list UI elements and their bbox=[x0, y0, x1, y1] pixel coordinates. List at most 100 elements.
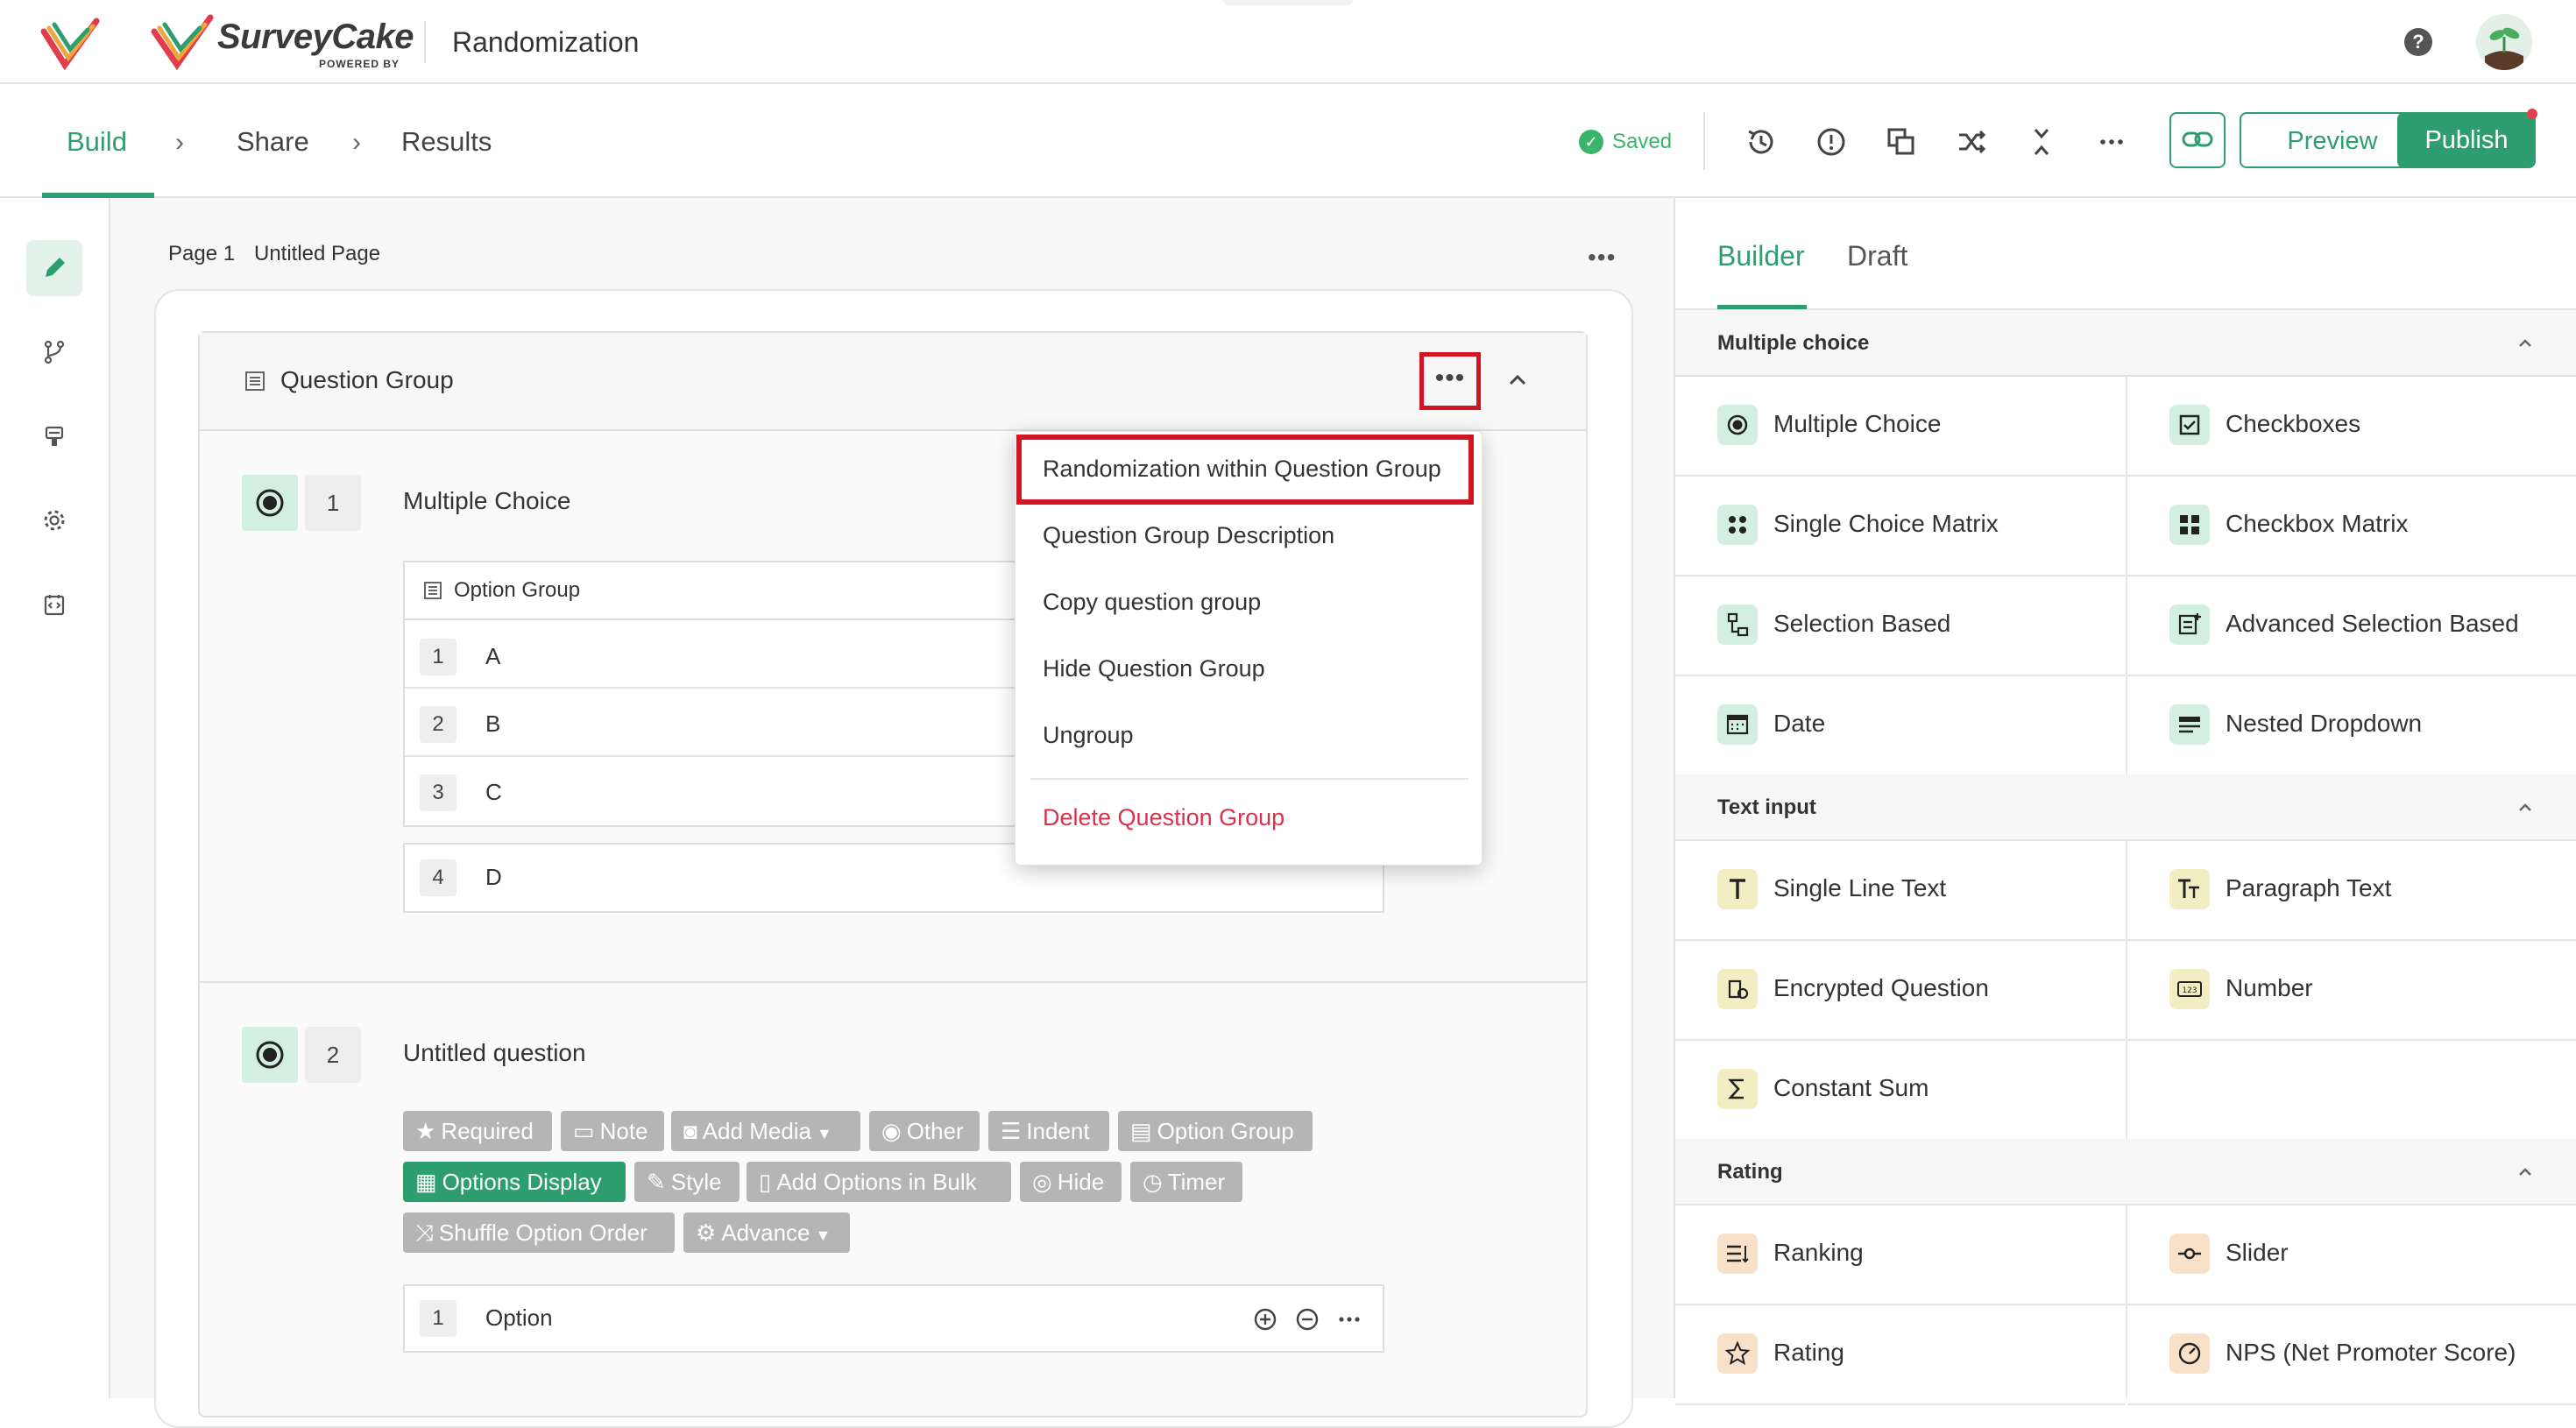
question-type-radio-icon bbox=[242, 475, 298, 531]
hide-chip[interactable]: ◎ Hide bbox=[1020, 1162, 1122, 1202]
more-options-icon[interactable] bbox=[2092, 123, 2131, 161]
camera-icon: ◙ bbox=[683, 1118, 697, 1144]
survey-title[interactable]: Randomization bbox=[452, 26, 639, 59]
option-group-chip[interactable]: ▤ Option Group bbox=[1118, 1111, 1313, 1151]
paragraph-text-icon bbox=[2169, 869, 2210, 909]
nested-dropdown-icon bbox=[2169, 704, 2210, 745]
add-option-icon[interactable] bbox=[1251, 1305, 1279, 1333]
saved-check-icon: ✓ bbox=[1579, 130, 1603, 154]
notification-dot bbox=[2527, 109, 2537, 119]
caret-down-icon: ▼ bbox=[817, 1125, 832, 1142]
page-more-icon[interactable]: ••• bbox=[1588, 244, 1616, 272]
help-icon[interactable]: ? bbox=[2404, 28, 2432, 56]
option-text[interactable]: D bbox=[485, 864, 502, 891]
option-group-icon bbox=[424, 582, 442, 599]
required-chip[interactable]: ★ Required bbox=[403, 1111, 552, 1151]
menu-item-ungroup[interactable]: Ungroup bbox=[1043, 722, 1134, 749]
matrix-dots-icon bbox=[1717, 505, 1758, 545]
option-number: 2 bbox=[420, 706, 456, 743]
star-icon: ★ bbox=[415, 1118, 436, 1144]
branch-logic-icon[interactable] bbox=[40, 338, 68, 366]
other-chip[interactable]: ◉ Other bbox=[869, 1111, 980, 1151]
option-text[interactable]: C bbox=[485, 779, 502, 806]
option-group-title: Option Group bbox=[454, 578, 581, 602]
settings-gear-icon[interactable] bbox=[40, 506, 68, 534]
surveycake-logo-icon bbox=[151, 14, 214, 71]
option-text[interactable]: Option bbox=[485, 1304, 553, 1332]
question-group-title[interactable]: Question Group bbox=[280, 366, 454, 394]
option-text[interactable]: B bbox=[485, 710, 500, 738]
brand-powered-by: POWERED BY bbox=[319, 58, 400, 70]
widget-label: Number bbox=[2226, 974, 2313, 1001]
top-divider bbox=[424, 21, 426, 63]
chevron-up-icon[interactable] bbox=[2513, 795, 2537, 820]
chevron-up-icon[interactable] bbox=[2513, 331, 2537, 356]
widget-label: NPS (Net Promoter Score) bbox=[2226, 1339, 2516, 1366]
tab-builder[interactable]: Builder bbox=[1717, 240, 1805, 272]
note-chip[interactable]: ▭ Note bbox=[561, 1111, 664, 1151]
group-list-icon bbox=[245, 371, 265, 391]
alert-icon[interactable] bbox=[1812, 123, 1851, 161]
option-more-icon[interactable] bbox=[1335, 1305, 1363, 1333]
group-more-icon[interactable]: ••• bbox=[1419, 352, 1481, 410]
collapse-all-icon[interactable] bbox=[2022, 123, 2061, 161]
section-title: Text input bbox=[1717, 795, 1816, 819]
advanced-list-icon bbox=[2169, 604, 2210, 645]
home-logo-icon[interactable] bbox=[39, 16, 102, 72]
copy-icon[interactable] bbox=[1882, 123, 1921, 161]
svg-text:123: 123 bbox=[2182, 986, 2197, 995]
tab-results[interactable]: Results bbox=[401, 126, 492, 158]
top-notch bbox=[1223, 0, 1353, 5]
add-options-bulk-chip[interactable]: ▯ Add Options in Bulk bbox=[747, 1162, 1011, 1202]
text-t-icon bbox=[1717, 869, 1758, 909]
menu-item-delete-group[interactable]: Delete Question Group bbox=[1043, 804, 1284, 831]
theme-brush-icon[interactable] bbox=[40, 422, 68, 450]
menu-item-copy-group[interactable]: Copy question group bbox=[1043, 589, 1261, 616]
chevron-right-icon: › bbox=[175, 128, 184, 157]
calendar-icon bbox=[1717, 704, 1758, 745]
note-icon: ▭ bbox=[573, 1118, 595, 1144]
star-icon bbox=[1717, 1333, 1758, 1374]
tab-builder-underline bbox=[1717, 305, 1807, 309]
page-name[interactable]: Untitled Page bbox=[254, 242, 380, 266]
checkbox-icon bbox=[2169, 405, 2210, 445]
widget-label: Rating bbox=[1773, 1339, 1844, 1366]
question-title[interactable]: Untitled question bbox=[403, 1039, 586, 1067]
widget-label: Checkboxes bbox=[2226, 410, 2361, 437]
history-icon[interactable] bbox=[1742, 123, 1780, 161]
chevron-up-icon[interactable] bbox=[2513, 1160, 2537, 1184]
widget-label: Single Line Text bbox=[1773, 874, 1947, 901]
tab-build[interactable]: Build bbox=[67, 126, 127, 158]
question-number: 2 bbox=[305, 1027, 361, 1083]
menu-item-hide-group[interactable]: Hide Question Group bbox=[1043, 655, 1265, 682]
tab-draft[interactable]: Draft bbox=[1847, 240, 1907, 272]
timer-chip[interactable]: ◷ Timer bbox=[1130, 1162, 1242, 1202]
question-title[interactable]: Multiple Choice bbox=[403, 487, 570, 515]
style-chip[interactable]: ✎ Style bbox=[634, 1162, 740, 1202]
remove-option-icon[interactable] bbox=[1293, 1305, 1321, 1333]
publish-button[interactable]: Publish bbox=[2397, 112, 2536, 168]
add-media-chip[interactable]: ◙ Add Media ▼ bbox=[671, 1111, 860, 1151]
shuffle-option-order-chip[interactable]: ⤨ Shuffle Option Order bbox=[403, 1212, 675, 1253]
widget-label: Single Choice Matrix bbox=[1773, 510, 1999, 537]
rail-edit-button[interactable] bbox=[26, 240, 82, 296]
embed-code-icon[interactable] bbox=[40, 590, 68, 619]
brush-icon: ✎ bbox=[647, 1169, 666, 1195]
indent-chip[interactable]: ☰ Indent bbox=[988, 1111, 1109, 1151]
widget-label: Constant Sum bbox=[1773, 1074, 1929, 1101]
section-rating[interactable] bbox=[1675, 1139, 2576, 1205]
section-title: Rating bbox=[1717, 1160, 1783, 1184]
tab-share[interactable]: Share bbox=[237, 126, 309, 158]
option-number: 1 bbox=[420, 1300, 456, 1337]
shuffle-icon[interactable] bbox=[1952, 123, 1991, 161]
chevron-up-icon[interactable] bbox=[1504, 366, 1532, 394]
advance-chip[interactable]: ⚙ Advance ▼ bbox=[683, 1212, 850, 1253]
menu-item-group-description[interactable]: Question Group Description bbox=[1043, 522, 1334, 549]
copy-link-button[interactable] bbox=[2169, 112, 2226, 168]
option-number: 3 bbox=[420, 774, 456, 811]
gauge-icon bbox=[2169, 1333, 2210, 1374]
saved-status: Saved bbox=[1612, 130, 1673, 153]
option-text[interactable]: A bbox=[485, 643, 500, 670]
options-display-chip[interactable]: ▦ Options Display bbox=[403, 1162, 626, 1202]
avatar[interactable] bbox=[2476, 14, 2532, 70]
